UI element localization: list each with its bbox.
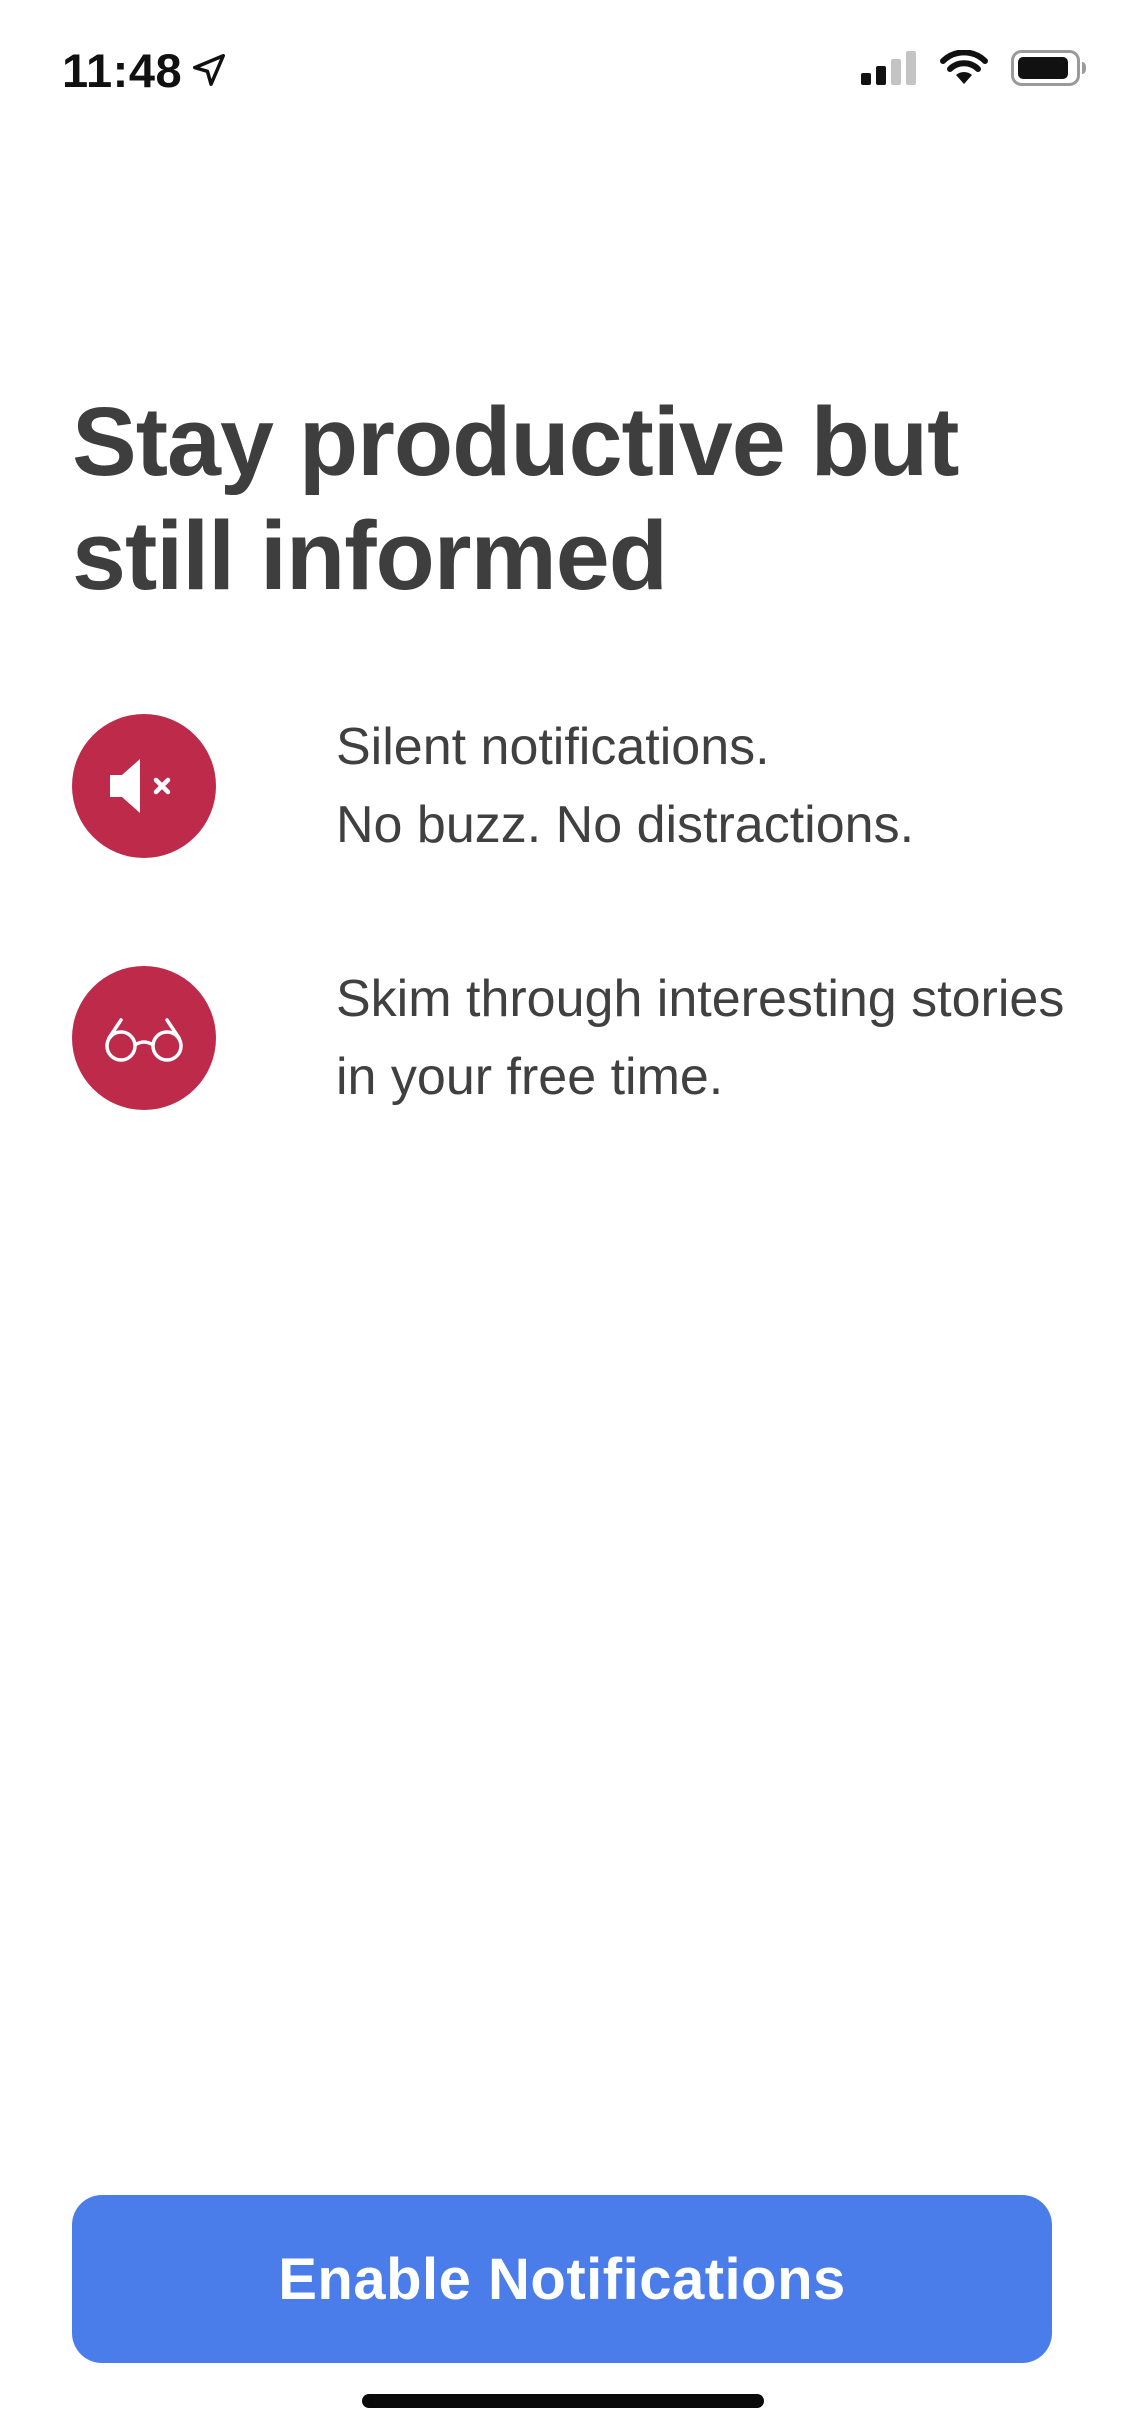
battery-icon (1011, 50, 1086, 86)
speaker-muted-icon (110, 759, 171, 813)
feature-description: Skim through interesting stories in your… (336, 960, 1064, 1116)
home-indicator[interactable] (362, 2394, 764, 2408)
feature-line: Silent notifications. (336, 718, 770, 776)
feature-icon-badge (72, 966, 216, 1110)
glasses-icon (105, 1018, 183, 1062)
cellular-signal-icon (861, 51, 916, 85)
enable-notifications-button[interactable]: Enable Notifications (72, 2195, 1052, 2363)
feature-description: Silent notifications. No buzz. No distra… (336, 708, 914, 864)
page-title: Stay productive but still informed (72, 387, 959, 610)
wifi-icon (940, 50, 988, 84)
status-time-group: 11:48 (62, 40, 228, 100)
feature-line: No buzz. No distractions. (336, 796, 915, 854)
feature-line: Skim through interesting stories (336, 970, 1065, 1028)
feature-item-silent: Silent notifications. No buzz. No distra… (72, 713, 1072, 859)
location-arrow-icon (193, 54, 226, 86)
feature-line: in your free time. (336, 1048, 724, 1106)
status-bar: 11:48 (0, 0, 1125, 140)
status-time: 11:48 (62, 43, 183, 97)
feature-icon-badge (72, 714, 216, 858)
feature-item-skim: Skim through interesting stories in your… (72, 965, 1072, 1111)
status-indicators (861, 48, 1087, 88)
